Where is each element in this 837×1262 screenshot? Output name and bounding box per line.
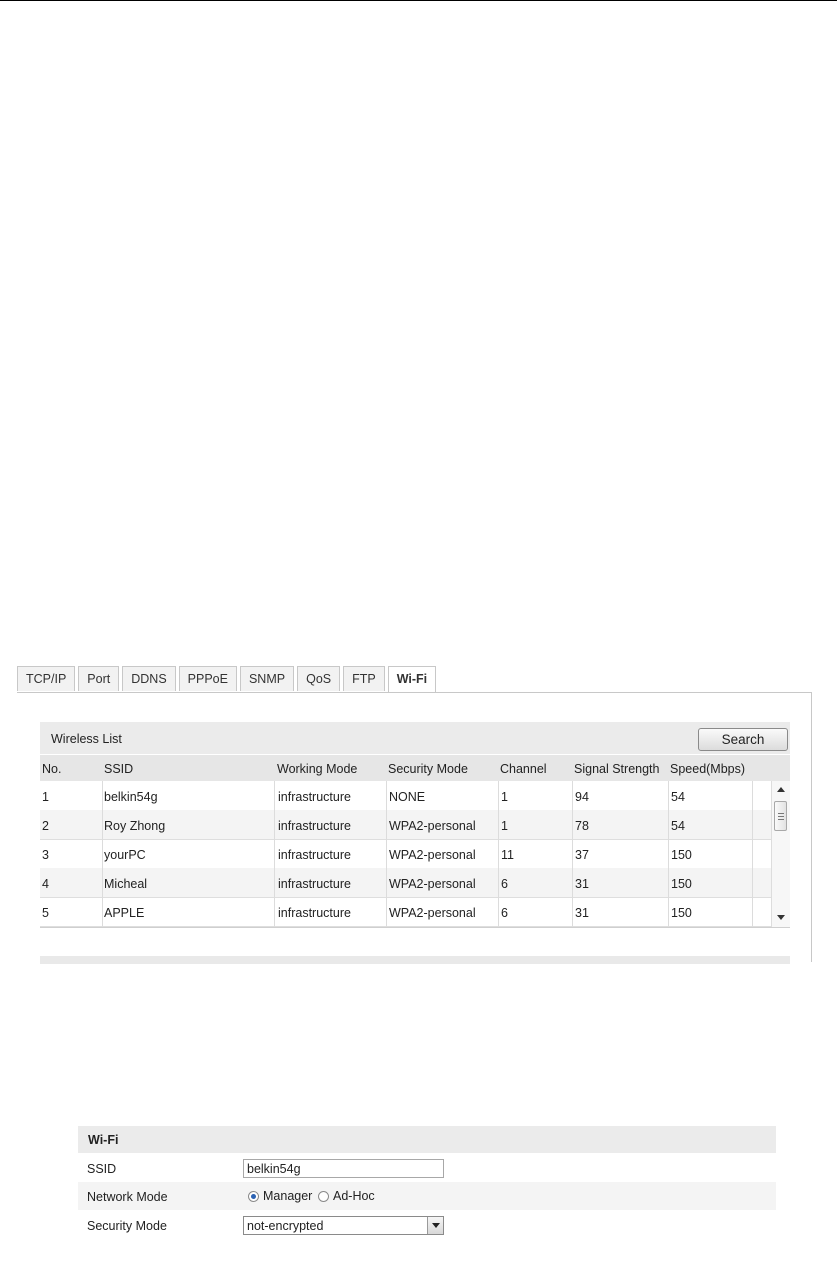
radio-manager-label[interactable]: Manager (263, 1189, 312, 1203)
radio-manager[interactable] (248, 1191, 259, 1202)
cell-working-mode: infrastructure (278, 790, 351, 804)
tab-wi-fi[interactable]: Wi-Fi (387, 666, 437, 693)
cell-ssid: Micheal (104, 877, 148, 891)
cell-signal-strength: 37 (575, 848, 589, 862)
cell-no: 2 (42, 819, 49, 833)
ssid-label: SSID (87, 1162, 117, 1176)
wireless-list-scrollbar[interactable] (771, 781, 790, 927)
column-header-speed: Speed(Mbps) (670, 762, 746, 776)
tab-tcp-ip[interactable]: TCP/IP (17, 666, 76, 691)
column-divider (752, 781, 753, 927)
security-mode-row: Security Mode not-encrypted (78, 1211, 776, 1239)
wireless-list-header: Wireless List Search (40, 722, 790, 754)
cell-working-mode: infrastructure (278, 848, 351, 862)
column-divider (498, 781, 499, 927)
cell-ssid: APPLE (104, 906, 145, 920)
tab-pppoe[interactable]: PPPoE (178, 666, 237, 691)
table-row[interactable]: 1 belkin54g infrastructure NONE 1 94 54 (40, 781, 771, 811)
arrow-up-icon[interactable] (777, 787, 785, 792)
ssid-row: SSID (78, 1154, 776, 1182)
wireless-table-body: 1 belkin54g infrastructure NONE 1 94 5 4 … (40, 781, 771, 927)
cell-no: 3 (42, 848, 49, 862)
table-row[interactable]: 5 APPLE infrastructure WPA2-personal 6 3… (40, 897, 771, 927)
page-top-rule (0, 0, 837, 1)
column-header-ssid: SSID (104, 762, 134, 776)
column-header-working-mode: Working Mode (277, 762, 358, 776)
column-header-security-mode: Security Mode (388, 762, 468, 776)
cell-channel: 6 (501, 906, 508, 920)
cell-signal-strength: 78 (575, 819, 589, 833)
cell-speed: 54 (671, 790, 685, 804)
security-mode-label: Security Mode (87, 1219, 167, 1233)
radio-ad-hoc-label[interactable]: Ad-Hoc (333, 1189, 375, 1203)
security-mode-select[interactable]: not-encrypted (243, 1216, 444, 1235)
cell-channel: 6 (501, 877, 508, 891)
cell-ssid: yourPC (104, 848, 146, 862)
search-button[interactable]: Search (698, 728, 788, 751)
cell-signal-strength: 31 (575, 906, 589, 920)
wifi-settings-header: Wi-Fi (78, 1126, 776, 1153)
column-header-signal-strength: Signal Strength (574, 762, 660, 776)
cell-working-mode: infrastructure (278, 819, 351, 833)
column-header-channel: Channel (500, 762, 547, 776)
chevron-down-icon[interactable] (427, 1217, 443, 1234)
arrow-down-icon[interactable] (777, 915, 785, 920)
column-divider (668, 781, 669, 927)
cell-ssid: belkin54g (104, 790, 158, 804)
tab-ddns[interactable]: DDNS (122, 666, 176, 691)
cell-no: 5 (42, 906, 49, 920)
security-mode-value: not-encrypted (247, 1219, 324, 1233)
cell-no: 4 (42, 877, 49, 891)
wifi-settings-title: Wi-Fi (88, 1133, 119, 1147)
cell-security-mode: WPA2-personal (389, 848, 476, 862)
wireless-table-header: No. SSID Working Mode Security Mode Chan… (40, 755, 790, 781)
cell-ssid: Roy Zhong (104, 819, 166, 833)
table-row[interactable]: 2 Roy Zhong infrastructure WPA2-personal… (40, 810, 771, 840)
cell-security-mode: WPA2-personal (389, 877, 476, 891)
column-divider (274, 781, 275, 927)
network-mode-row: Network Mode Manager Ad-Hoc (78, 1182, 776, 1210)
tab-port[interactable]: Port (78, 666, 120, 691)
cell-no: 1 (42, 790, 49, 804)
cell-channel: 1 (501, 819, 508, 833)
cell-security-mode: NONE (389, 790, 426, 804)
cell-speed: 54 (671, 819, 685, 833)
wireless-list-title: Wireless List (51, 732, 122, 746)
column-divider (572, 781, 573, 927)
column-divider (386, 781, 387, 927)
cell-signal-strength: 94 (575, 790, 589, 804)
tab-qos[interactable]: QoS (297, 666, 341, 691)
cell-channel: 11 (501, 848, 514, 862)
cell-signal-strength: 31 (575, 877, 589, 891)
column-divider (102, 781, 103, 927)
cell-speed: 150 (671, 877, 692, 891)
cell-speed: 150 (671, 906, 692, 920)
scrollbar-thumb[interactable] (774, 801, 787, 831)
panel-footer-bar (40, 956, 790, 964)
network-mode-label: Network Mode (87, 1190, 168, 1204)
cell-security-mode: WPA2-personal (389, 819, 476, 833)
table-row[interactable]: 3 yourPC infrastructure WPA2-personal 11… (40, 839, 771, 869)
grip-line (778, 819, 784, 820)
cell-working-mode: infrastructure (278, 906, 351, 920)
cell-speed: 150 (671, 848, 692, 862)
grip-line (778, 816, 784, 817)
column-header-no: No. (42, 762, 62, 776)
cell-security-mode: WPA2-personal (389, 906, 476, 920)
cell-channel: 1 (501, 790, 508, 804)
settings-tab-bar: TCP/IP Port DDNS PPPoE SNMP QoS FTP Wi-F… (17, 666, 439, 693)
ssid-input[interactable] (243, 1159, 444, 1178)
radio-ad-hoc[interactable] (318, 1191, 329, 1202)
grip-line (778, 813, 784, 814)
table-row[interactable]: 4 Micheal infrastructure WPA2-personal 6… (40, 868, 771, 898)
table-bottom-border (40, 927, 790, 928)
tab-ftp[interactable]: FTP (343, 666, 385, 691)
tab-snmp[interactable]: SNMP (239, 666, 295, 691)
cell-working-mode: infrastructure (278, 877, 351, 891)
